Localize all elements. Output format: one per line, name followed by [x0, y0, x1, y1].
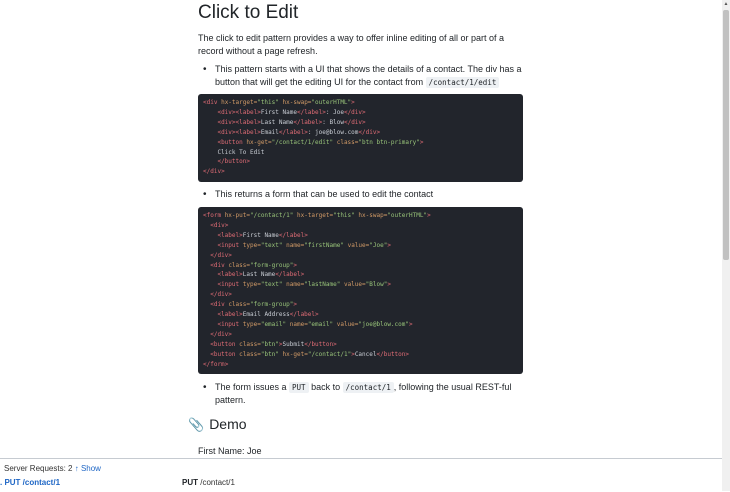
- server-requests-count: Server Requests: 2: [4, 464, 73, 473]
- code-line: </button>: [217, 158, 250, 166]
- demo-heading-text: Demo: [209, 416, 247, 432]
- code-line: <input type="text" name="lastName" value…: [217, 281, 391, 289]
- code-block-form: <form hx-put="/contact/1" hx-target="thi…: [198, 207, 523, 374]
- code-line: <button class="btn" hx-get="/contact/1">…: [210, 350, 410, 358]
- bullet-item: The form issues a PUT back to /contact/1…: [198, 381, 523, 407]
- code-line: </div>: [210, 251, 232, 259]
- show-requests-link[interactable]: ↑ Show: [75, 464, 101, 473]
- code-line: <div hx-target="this" hx-swap="outerHTML…: [203, 99, 355, 106]
- code-line: <label>Last Name</label>: [217, 271, 305, 279]
- code-line: </div>: [210, 330, 232, 338]
- code-line: <input type="text" name="firstName" valu…: [217, 241, 391, 249]
- code-line: <div>: [210, 221, 229, 229]
- bullet-item: This returns a form that can be used to …: [198, 188, 523, 201]
- vertical-scrollbar[interactable]: ▲: [722, 0, 730, 491]
- demo-heading: 📎 Demo: [188, 416, 247, 433]
- bullet-text: back to: [308, 382, 343, 392]
- first-name-display: First Name: Joe: [198, 446, 262, 456]
- inline-code: PUT: [289, 382, 309, 393]
- code-line: <div><label>Email</label>: joe@blow.com<…: [217, 128, 381, 136]
- code-line: <button hx-get="/contact/1/edit" class="…: [217, 138, 424, 146]
- code-line: <input type="email" name="email" value="…: [217, 320, 413, 328]
- code-line: <button class="btn">Submit</button>: [210, 340, 337, 348]
- code-line: Click To Edit: [203, 148, 265, 156]
- request-method: PUT: [182, 478, 198, 487]
- inline-code: /contact/1/edit: [425, 77, 500, 88]
- intro-paragraph: The click to edit pattern provides a way…: [198, 33, 504, 56]
- bullet-item: This pattern starts with a UI that shows…: [198, 63, 523, 89]
- request-list-item[interactable]: . PUT /contact/1: [0, 478, 60, 487]
- request-detail: PUT /contact/1: [182, 478, 235, 487]
- server-requests-panel: Server Requests: 2 ↑ Show . PUT /contact…: [0, 458, 722, 492]
- code-line: <div class="form-group">: [210, 301, 297, 309]
- bullet-text: The form issues a: [215, 382, 290, 392]
- inline-code: /contact/1: [342, 382, 394, 393]
- page-title: Click to Edit: [198, 2, 299, 23]
- server-requests-header: Server Requests: 2 ↑ Show: [4, 464, 101, 473]
- code-line: <div class="form-group">: [210, 261, 297, 269]
- code-line: <form hx-put="/contact/1" hx-target="thi…: [203, 212, 431, 219]
- code-line: <label>First Name</label>: [217, 231, 308, 239]
- code-block-display: <div hx-target="this" hx-swap="outerHTML…: [198, 94, 523, 182]
- scroll-up-icon[interactable]: ▲: [722, 0, 730, 8]
- code-line: </div>: [210, 291, 232, 299]
- code-line: </form>: [203, 360, 229, 368]
- paperclip-icon: 📎: [188, 417, 205, 432]
- request-path: /contact/1: [200, 478, 235, 487]
- scrollbar-thumb[interactable]: [723, 10, 729, 260]
- code-line: </div>: [203, 168, 225, 176]
- code-line: <div><label>Last Name</label>: Blow</div…: [217, 118, 366, 126]
- code-line: <div><label>First Name</label>: Joe</div…: [217, 108, 366, 116]
- code-line: <label>Email Address</label>: [217, 311, 319, 319]
